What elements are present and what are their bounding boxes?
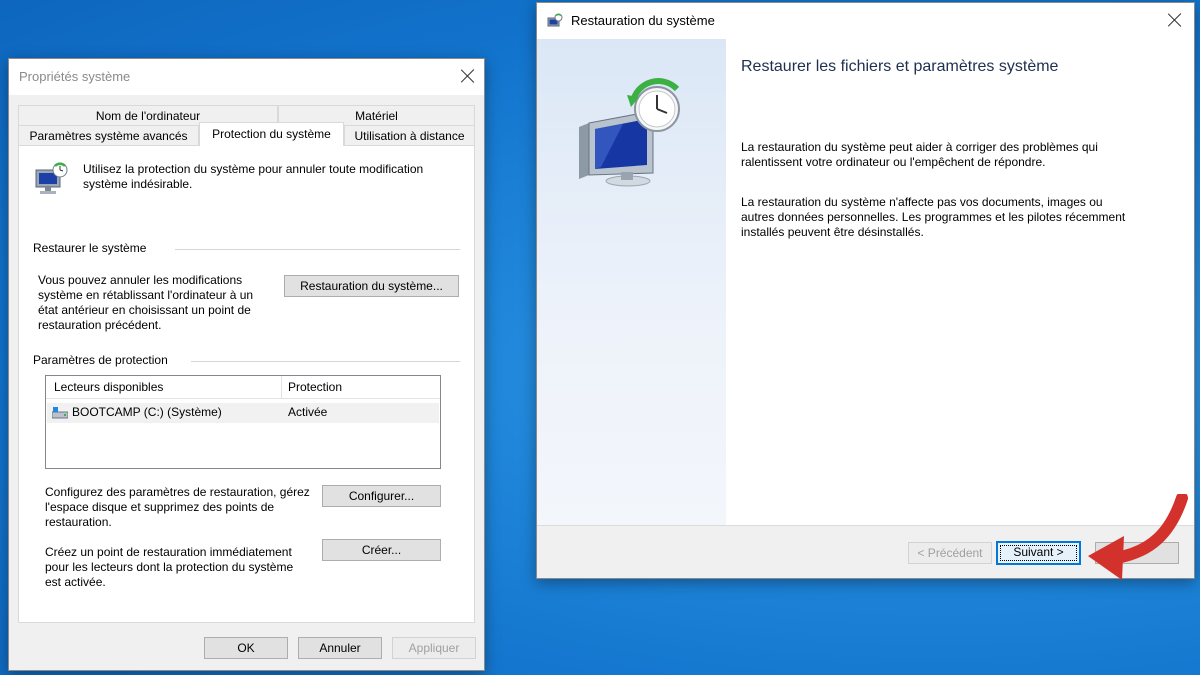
drives-list[interactable]: Lecteurs disponibles Protection BOOTCAMP… xyxy=(45,375,441,469)
apply-button[interactable]: Appliquer xyxy=(392,637,476,659)
close-icon[interactable] xyxy=(1168,13,1182,27)
tab-panel: Utilisez la protection du système pour a… xyxy=(18,145,475,623)
previous-button[interactable]: < Précédent xyxy=(908,542,992,564)
restore-desc-2: système en rétablissant l'ordinateur à u… xyxy=(38,288,254,302)
restore-desc-3: état antérieur en choisissant un point d… xyxy=(38,303,251,317)
restore-group-line xyxy=(175,249,460,250)
wizard-para1-line2: ralentissent votre ordinateur ou l'empêc… xyxy=(741,155,1046,169)
configure-button[interactable]: Configurer... xyxy=(322,485,441,507)
tab-remote[interactable]: Utilisation à distance xyxy=(344,125,475,145)
tab-advanced[interactable]: Paramètres système avancés xyxy=(18,125,199,145)
configure-desc-2: l'espace disque et supprimez des points … xyxy=(45,500,275,514)
protection-group-line xyxy=(191,361,460,362)
system-restore-large-icon xyxy=(579,78,680,187)
cancel-button[interactable]: Annuler xyxy=(298,637,382,659)
previous-button-label: < Précédent xyxy=(917,546,983,560)
configure-desc-3: restauration. xyxy=(45,515,112,529)
configure-desc-1: Configurez des paramètres de restauratio… xyxy=(45,485,310,499)
wizard-sidebar xyxy=(537,39,726,525)
ok-button[interactable]: OK xyxy=(204,637,288,659)
column-divider xyxy=(281,376,282,398)
intro-text-1: Utilisez la protection du système pour a… xyxy=(83,162,424,176)
restore-group-label: Restaurer le système xyxy=(33,241,147,255)
system-restore-titlebar[interactable]: Restauration du système xyxy=(537,3,1194,39)
close-icon[interactable] xyxy=(461,69,475,83)
system-restore-wizard-window: Restauration du système Restaurer les fi… xyxy=(536,2,1195,579)
wizard-para2-line1: La restauration du système n'affecte pas… xyxy=(741,195,1103,209)
next-button-label: Suivant > xyxy=(1013,545,1064,559)
next-button[interactable]: Suivant > xyxy=(996,541,1081,565)
restore-desc-4: restauration précédent. xyxy=(38,318,162,332)
system-restore-app-icon xyxy=(547,13,563,27)
column-header-protection[interactable]: Protection xyxy=(288,380,342,395)
system-restore-button[interactable]: Restauration du système... xyxy=(284,275,459,297)
table-row[interactable]: BOOTCAMP (C:) (Système) Activée xyxy=(47,403,439,423)
create-desc-1: Créez un point de restauration immédiate… xyxy=(45,545,292,559)
wizard-para1-line1: La restauration du système peut aider à … xyxy=(741,140,1098,154)
system-properties-titlebar[interactable]: Propriétés système xyxy=(9,59,484,95)
wizard-heading: Restaurer les fichiers et paramètres sys… xyxy=(741,58,1059,75)
create-button[interactable]: Créer... xyxy=(322,539,441,561)
intro-text-2: système indésirable. xyxy=(83,177,193,191)
system-protection-icon xyxy=(35,162,68,194)
wizard-para2-line3: installés peuvent être désinstallés. xyxy=(741,225,924,239)
column-header-drives[interactable]: Lecteurs disponibles xyxy=(54,380,163,395)
drive-protection-status: Activée xyxy=(288,405,328,419)
tab-system-protection[interactable]: Protection du système xyxy=(199,122,344,146)
drives-list-header: Lecteurs disponibles Protection xyxy=(46,376,440,399)
wizard-para2-line2: autres données personnelles. Les program… xyxy=(741,210,1126,224)
red-arrow-annotation xyxy=(1088,494,1188,580)
window-title: Propriétés système xyxy=(19,69,131,84)
protection-group-label: Paramètres de protection xyxy=(33,353,168,367)
create-desc-3: est activée. xyxy=(45,575,106,589)
wizard-content: Restaurer les fichiers et paramètres sys… xyxy=(726,39,1194,525)
drive-name: BOOTCAMP (C:) (Système) xyxy=(72,405,222,419)
window-title: Restauration du système xyxy=(571,13,715,28)
drive-icon xyxy=(52,407,68,419)
create-desc-2: pour les lecteurs dont la protection du … xyxy=(45,560,294,574)
restore-desc-1: Vous pouvez annuler les modifications xyxy=(38,273,243,287)
system-properties-window: Propriétés système Nom de l'ordinateur M… xyxy=(8,58,485,671)
